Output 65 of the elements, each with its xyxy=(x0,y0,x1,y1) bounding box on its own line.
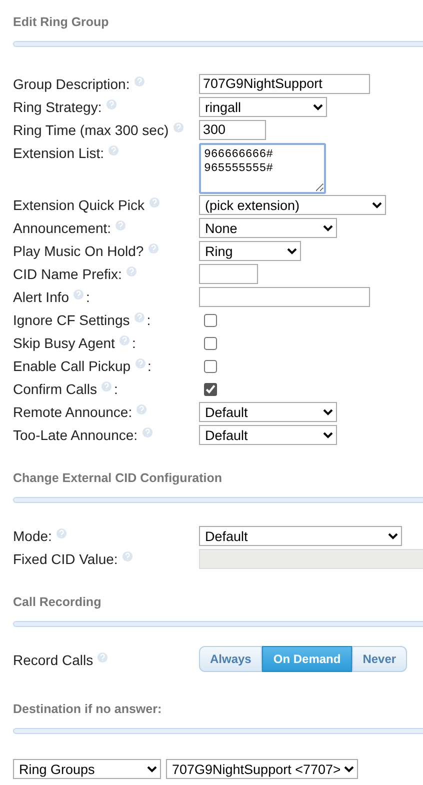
field-label: Confirm Calls xyxy=(13,380,98,399)
field-label: Alert Info xyxy=(13,288,70,307)
label-colon: : xyxy=(86,288,90,307)
field-label: Play Music On Hold? xyxy=(13,242,144,261)
text-area[interactable]: 966666666# 965555555# xyxy=(199,143,326,194)
help-icon[interactable] xyxy=(136,404,148,415)
field-label: Extension List: xyxy=(13,144,104,163)
checkbox[interactable] xyxy=(204,314,217,327)
field-label: CID Name Prefix: xyxy=(13,265,122,284)
field-label: Too-Late Announce: xyxy=(13,426,138,445)
help-icon[interactable] xyxy=(73,289,84,300)
help-icon[interactable] xyxy=(172,122,184,133)
section-title: Destination if no answer: xyxy=(13,701,163,718)
field-label: Group Description: xyxy=(13,75,130,94)
checkbox[interactable] xyxy=(204,337,217,350)
help-icon[interactable] xyxy=(115,220,126,231)
field-label: Fixed CID Value: xyxy=(13,550,118,569)
dropdown[interactable]: (pick extension) xyxy=(199,195,386,215)
dropdown[interactable]: Default xyxy=(199,402,337,422)
toggle-button[interactable]: Always xyxy=(199,646,262,672)
label-colon: : xyxy=(132,334,136,353)
dropdown[interactable]: 707G9NightSupport <7707> xyxy=(166,759,358,779)
help-icon[interactable] xyxy=(106,99,117,110)
number-field[interactable]: 300 xyxy=(199,120,266,140)
help-icon[interactable] xyxy=(108,145,120,156)
help-icon[interactable] xyxy=(118,335,130,346)
help-icon[interactable] xyxy=(126,266,137,277)
text-field[interactable]: 707G9NightSupport xyxy=(199,74,370,94)
dropdown[interactable]: ringall xyxy=(199,97,327,117)
help-icon[interactable] xyxy=(101,381,112,392)
help-icon[interactable] xyxy=(134,358,146,369)
section-title: Edit Ring Group xyxy=(13,14,110,31)
help-icon[interactable] xyxy=(134,312,145,323)
text-field[interactable] xyxy=(199,264,258,284)
dropdown[interactable]: Default xyxy=(199,526,402,546)
dropdown[interactable]: None xyxy=(199,218,337,238)
help-icon[interactable] xyxy=(122,551,133,562)
dropdown[interactable]: Ring xyxy=(199,241,301,261)
dropdown[interactable]: Default xyxy=(199,425,337,445)
help-icon[interactable] xyxy=(148,197,160,208)
label-colon: : xyxy=(148,357,152,376)
field-label: Mode: xyxy=(13,527,52,546)
checkbox[interactable] xyxy=(204,383,217,396)
help-icon[interactable] xyxy=(97,652,108,663)
field-label: Announcement: xyxy=(13,219,112,238)
toggle-button[interactable]: Never xyxy=(352,646,408,672)
help-icon[interactable] xyxy=(142,427,153,438)
section-title: Call Recording xyxy=(13,594,102,611)
field-label: Enable Call Pickup xyxy=(13,357,131,376)
help-icon[interactable] xyxy=(148,243,159,254)
field-label: Ring Time (max 300 sec) xyxy=(13,121,169,140)
label-colon: : xyxy=(114,380,118,399)
label-colon: : xyxy=(146,311,151,330)
help-icon[interactable] xyxy=(134,76,145,87)
help-icon[interactable] xyxy=(56,528,67,539)
field-label: Record Calls xyxy=(13,651,94,670)
field-label: Ring Strategy: xyxy=(13,98,102,117)
field-label: Ignore CF Settings xyxy=(13,311,130,330)
text-field[interactable] xyxy=(199,287,370,307)
dropdown[interactable]: Ring Groups xyxy=(13,759,161,779)
field-label: Remote Announce: xyxy=(13,403,132,422)
field-label: Extension Quick Pick xyxy=(13,196,144,215)
checkbox[interactable] xyxy=(204,360,217,373)
section-title: Change External CID Configuration xyxy=(13,470,224,487)
field-label: Skip Busy Agent xyxy=(13,334,115,353)
